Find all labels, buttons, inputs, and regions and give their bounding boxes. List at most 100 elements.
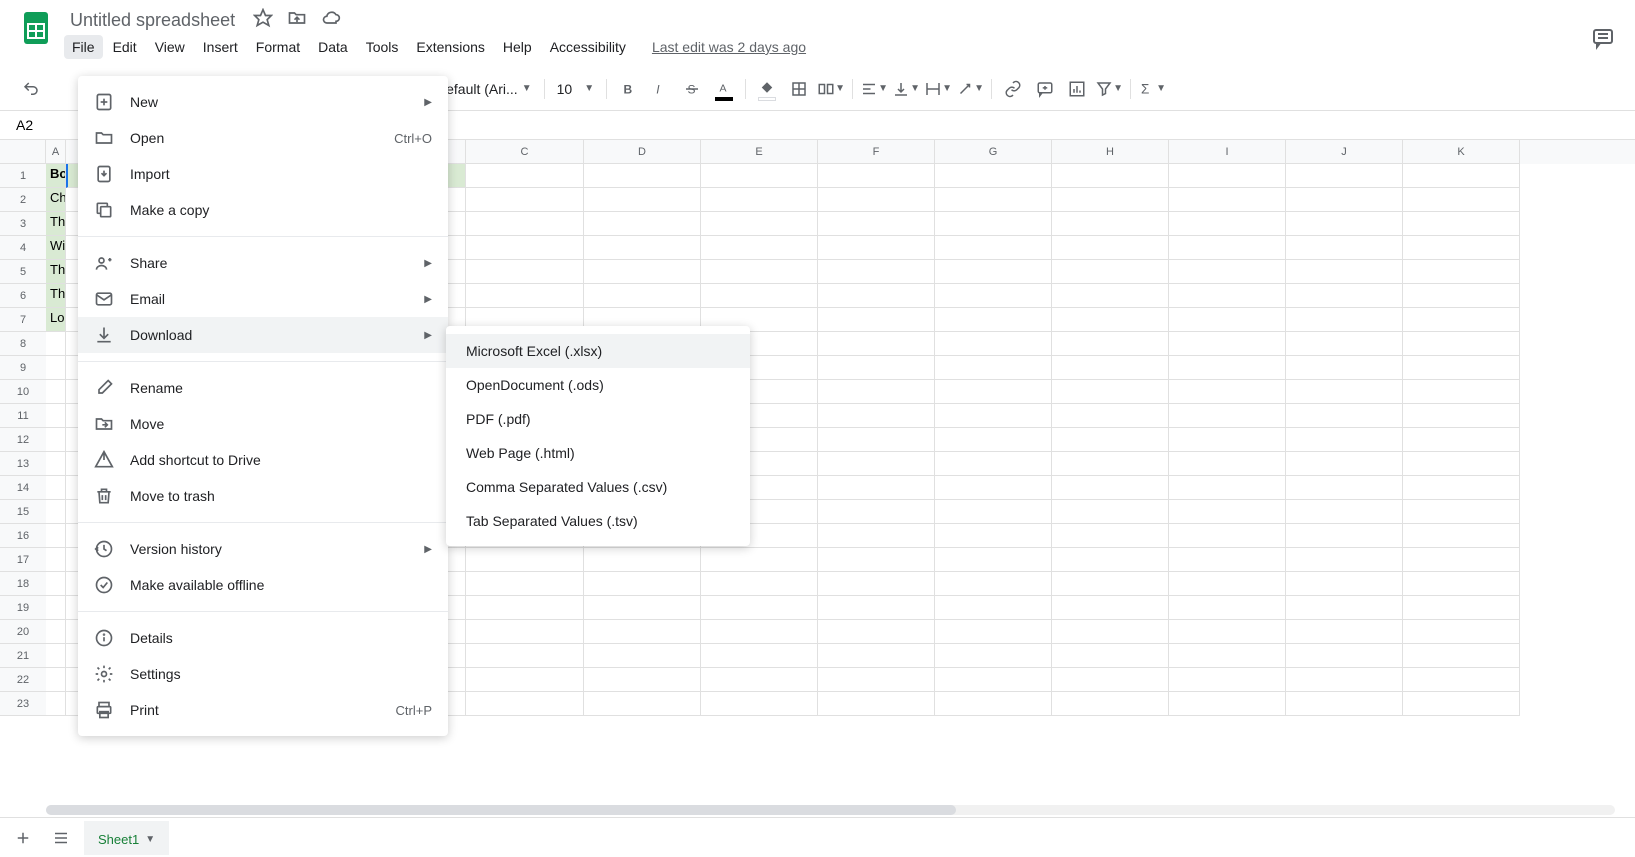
cell[interactable] bbox=[935, 260, 1052, 284]
cell[interactable] bbox=[1286, 524, 1403, 548]
cell[interactable] bbox=[1052, 260, 1169, 284]
cell[interactable] bbox=[1403, 524, 1520, 548]
menu-file[interactable]: File bbox=[64, 35, 103, 59]
cell[interactable] bbox=[1169, 668, 1286, 692]
menu-download[interactable]: Download▶ bbox=[78, 317, 448, 353]
cell[interactable] bbox=[818, 164, 935, 188]
row-header[interactable]: 10 bbox=[0, 380, 46, 404]
col-header[interactable]: H bbox=[1052, 140, 1169, 164]
cell[interactable] bbox=[1403, 692, 1520, 716]
cell[interactable] bbox=[935, 644, 1052, 668]
cell[interactable] bbox=[1286, 356, 1403, 380]
cell[interactable] bbox=[466, 620, 584, 644]
cell[interactable]: Bo bbox=[46, 164, 66, 188]
sheet-tab[interactable]: Sheet1▼ bbox=[84, 821, 169, 855]
menu-trash[interactable]: Move to trash bbox=[78, 478, 448, 514]
cell[interactable] bbox=[701, 284, 818, 308]
cell[interactable] bbox=[1286, 380, 1403, 404]
select-all-corner[interactable] bbox=[0, 140, 46, 164]
menu-view[interactable]: View bbox=[147, 35, 193, 59]
cell[interactable] bbox=[1403, 284, 1520, 308]
row-header[interactable]: 17 bbox=[0, 548, 46, 572]
cell[interactable] bbox=[584, 620, 701, 644]
cell[interactable] bbox=[818, 428, 935, 452]
cell[interactable] bbox=[1052, 596, 1169, 620]
cell[interactable] bbox=[1286, 260, 1403, 284]
cell[interactable] bbox=[818, 500, 935, 524]
cell[interactable] bbox=[935, 692, 1052, 716]
cell[interactable] bbox=[701, 236, 818, 260]
cell[interactable] bbox=[1052, 500, 1169, 524]
cell[interactable] bbox=[1052, 644, 1169, 668]
col-header[interactable]: F bbox=[818, 140, 935, 164]
cell[interactable] bbox=[818, 404, 935, 428]
cell[interactable] bbox=[466, 164, 584, 188]
cell[interactable] bbox=[1403, 476, 1520, 500]
cell[interactable] bbox=[701, 596, 818, 620]
cell[interactable] bbox=[46, 668, 66, 692]
cell[interactable]: Th bbox=[46, 212, 66, 236]
col-header[interactable]: K bbox=[1403, 140, 1520, 164]
cell[interactable] bbox=[1286, 236, 1403, 260]
cell[interactable] bbox=[1403, 596, 1520, 620]
cell[interactable] bbox=[818, 332, 935, 356]
cell[interactable]: Ch bbox=[46, 188, 66, 212]
cell[interactable]: Th bbox=[46, 284, 66, 308]
horizontal-scrollbar[interactable] bbox=[46, 805, 1615, 815]
cell[interactable] bbox=[1052, 236, 1169, 260]
bold-button[interactable]: B bbox=[613, 74, 643, 104]
rotate-button[interactable]: ▼ bbox=[955, 74, 985, 104]
cell[interactable] bbox=[584, 596, 701, 620]
cell[interactable] bbox=[46, 404, 66, 428]
cell[interactable] bbox=[818, 284, 935, 308]
menu-import[interactable]: Import bbox=[78, 156, 448, 192]
cell[interactable] bbox=[1286, 188, 1403, 212]
cell[interactable] bbox=[818, 644, 935, 668]
cell[interactable] bbox=[818, 356, 935, 380]
menu-edit[interactable]: Edit bbox=[105, 35, 145, 59]
merge-button[interactable]: ▼ bbox=[816, 74, 846, 104]
cell[interactable] bbox=[466, 284, 584, 308]
cell[interactable] bbox=[701, 548, 818, 572]
row-header[interactable]: 20 bbox=[0, 620, 46, 644]
cell[interactable] bbox=[1052, 308, 1169, 332]
cell[interactable] bbox=[46, 356, 66, 380]
cell[interactable] bbox=[818, 308, 935, 332]
cell[interactable] bbox=[1403, 188, 1520, 212]
cell[interactable] bbox=[818, 548, 935, 572]
cell[interactable] bbox=[1052, 476, 1169, 500]
menu-new[interactable]: New▶ bbox=[78, 84, 448, 120]
all-sheets-button[interactable] bbox=[46, 823, 76, 853]
menu-version-history[interactable]: Version history▶ bbox=[78, 531, 448, 567]
cell[interactable] bbox=[935, 332, 1052, 356]
cell[interactable] bbox=[584, 572, 701, 596]
add-sheet-button[interactable] bbox=[8, 823, 38, 853]
cell[interactable] bbox=[818, 620, 935, 644]
cell[interactable] bbox=[818, 668, 935, 692]
download-pdf[interactable]: PDF (.pdf) bbox=[446, 402, 750, 436]
cell[interactable] bbox=[584, 236, 701, 260]
functions-button[interactable]: Σ▼ bbox=[1137, 74, 1167, 104]
menu-print[interactable]: PrintCtrl+P bbox=[78, 692, 448, 728]
col-header[interactable]: E bbox=[701, 140, 818, 164]
cell[interactable] bbox=[1052, 404, 1169, 428]
cell[interactable] bbox=[935, 524, 1052, 548]
cell[interactable] bbox=[46, 452, 66, 476]
download-tsv[interactable]: Tab Separated Values (.tsv) bbox=[446, 504, 750, 538]
valign-button[interactable]: ▼ bbox=[891, 74, 921, 104]
cell[interactable] bbox=[1286, 308, 1403, 332]
cell[interactable] bbox=[701, 692, 818, 716]
menu-insert[interactable]: Insert bbox=[195, 35, 246, 59]
menu-accessibility[interactable]: Accessibility bbox=[542, 35, 634, 59]
cell[interactable] bbox=[466, 260, 584, 284]
cell[interactable] bbox=[46, 596, 66, 620]
cell[interactable] bbox=[1169, 596, 1286, 620]
star-icon[interactable] bbox=[253, 8, 273, 33]
cell[interactable] bbox=[1169, 188, 1286, 212]
italic-button[interactable]: I bbox=[645, 74, 675, 104]
cell[interactable] bbox=[1169, 428, 1286, 452]
cell[interactable] bbox=[701, 668, 818, 692]
cell[interactable] bbox=[46, 500, 66, 524]
cell[interactable] bbox=[1286, 476, 1403, 500]
cell[interactable] bbox=[584, 284, 701, 308]
